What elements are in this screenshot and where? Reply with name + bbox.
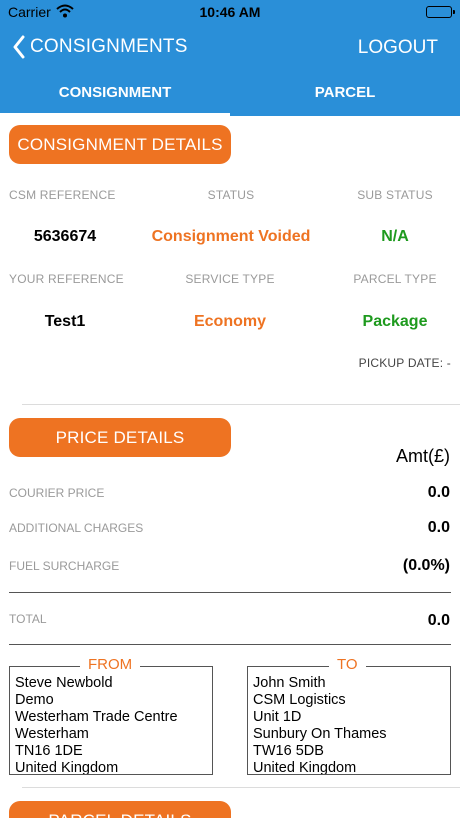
back-button[interactable]: CONSIGNMENTS — [12, 34, 188, 60]
total-top-rule — [9, 592, 451, 593]
your-reference-label: YOUR REFERENCE — [9, 272, 124, 286]
from-address-box: Steve Newbold Demo Westerham Trade Centr… — [9, 666, 213, 775]
courier-price-value: 0.0 — [427, 484, 450, 501]
fuel-surcharge-value: (0.0%) — [402, 557, 450, 574]
tab-parcel[interactable]: PARCEL — [230, 70, 460, 116]
battery-icon — [426, 6, 455, 18]
navigation-bar: CONSIGNMENTS LOGOUT — [0, 24, 460, 70]
from-line: Westerham Trade Centre — [15, 709, 178, 725]
chevron-left-icon — [13, 35, 25, 59]
parcel-details-header: PARCEL DETAILS — [9, 801, 231, 818]
to-line: Unit 1D — [253, 709, 302, 725]
from-line: Steve Newbold — [15, 675, 113, 691]
total-label: TOTAL — [9, 612, 47, 626]
back-label: CONSIGNMENTS — [30, 36, 188, 57]
fuel-surcharge-label: FUEL SURCHARGE — [9, 559, 120, 573]
status-bar: Carrier 10:46 AM — [0, 0, 460, 24]
from-line: Westerham — [15, 726, 89, 742]
csm-reference-label: CSM REFERENCE — [9, 188, 116, 202]
sub-status-value: N/A — [381, 228, 409, 245]
tab-consignment[interactable]: CONSIGNMENT — [0, 70, 230, 116]
to-line: TW16 5DB — [253, 743, 324, 759]
service-type-label: SERVICE TYPE — [185, 272, 275, 286]
from-line: United Kingdom — [15, 760, 119, 775]
parcel-type-label: PARCEL TYPE — [353, 272, 437, 286]
to-line: United Kingdom — [253, 760, 357, 775]
parcel-type-value: Package — [362, 313, 428, 330]
section-divider — [22, 404, 460, 405]
consignment-details-header: CONSIGNMENT DETAILS — [9, 125, 231, 164]
from-line: Demo — [15, 692, 54, 708]
courier-price-label: COURIER PRICE — [9, 486, 105, 500]
to-line: John Smith — [253, 675, 326, 691]
additional-charges-value: 0.0 — [427, 519, 450, 536]
pickup-date: PICKUP DATE: - — [358, 356, 451, 370]
from-legend: FROM — [80, 657, 141, 673]
to-legend: TO — [329, 657, 366, 673]
service-type-value: Economy — [193, 313, 266, 330]
additional-charges-label: ADDITIONAL CHARGES — [9, 521, 144, 535]
your-reference-value: Test1 — [44, 313, 86, 330]
status-value: Consignment Voided — [151, 228, 311, 245]
logout-button[interactable]: LOGOUT — [358, 37, 438, 59]
to-line: CSM Logistics — [253, 692, 346, 708]
total-bottom-rule — [9, 644, 451, 645]
section-divider — [22, 787, 460, 788]
consignment-content[interactable]: CONSIGNMENT DETAILS CSM REFERENCE STATUS… — [0, 116, 460, 818]
from-line: TN16 1DE — [15, 743, 83, 759]
sub-status-label: SUB STATUS — [357, 188, 433, 202]
total-value: 0.0 — [427, 612, 450, 629]
to-line: Sunbury On Thames — [253, 726, 387, 742]
to-address-box: John Smith CSM Logistics Unit 1D Sunbury… — [247, 666, 451, 775]
price-details-header: PRICE DETAILS — [9, 418, 231, 457]
csm-reference-value: 5636674 — [33, 228, 97, 245]
amount-column-header: Amt(£) — [396, 446, 450, 466]
clock: 10:46 AM — [199, 4, 261, 20]
status-label: STATUS — [207, 188, 255, 202]
tab-bar: CONSIGNMENT PARCEL — [0, 70, 460, 116]
